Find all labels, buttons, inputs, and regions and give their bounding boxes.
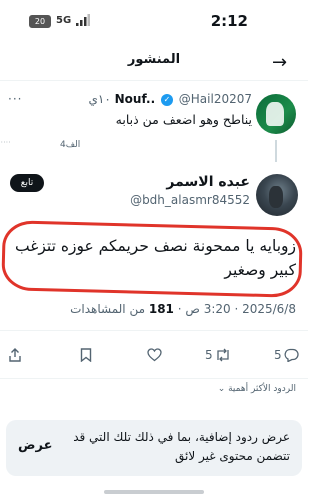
verified-badge-icon: ✓	[160, 93, 173, 106]
views-count[interactable]: 4الف	[60, 140, 80, 150]
home-indicator	[104, 490, 204, 494]
handle[interactable]: @bdh_alasmr84552	[130, 193, 250, 207]
clock: 2:12	[210, 12, 248, 30]
retweet-count[interactable]: 5	[205, 348, 213, 362]
tweet-meta: 2025/6/8 · 3:20 ص · 181 من المشاهدات	[70, 302, 296, 316]
retweet-icon[interactable]	[215, 348, 231, 362]
hidden-replies-notice: عرض ردود إضافية، بما في ذلك تلك التي قد …	[6, 420, 302, 476]
post-header: المنشور →	[0, 40, 308, 81]
handle[interactable]: @Hail20207	[179, 92, 252, 106]
thread-connector	[275, 140, 277, 162]
tweet-action-bar: 5 5	[0, 340, 308, 372]
display-name[interactable]: Nouf..	[115, 92, 156, 106]
views-label: من المشاهدات	[70, 302, 146, 316]
show-replies-button[interactable]: عرض	[18, 438, 52, 453]
back-arrow-icon[interactable]: →	[272, 52, 287, 73]
replies-sort-dropdown[interactable]: الردود الأكثر أهمية ⌄	[218, 384, 296, 394]
more-options-icon[interactable]: ···	[8, 92, 22, 106]
divider	[0, 378, 308, 379]
hidden-replies-text: عرض ردود إضافية، بما في ذلك تلك التي قد …	[73, 430, 290, 463]
reply-count[interactable]: 5	[274, 348, 282, 362]
chevron-down-icon: ⌄	[217, 384, 226, 394]
display-name[interactable]: عبده الاسمر	[166, 174, 250, 190]
share-icon[interactable]	[8, 348, 22, 362]
avatar[interactable]	[256, 174, 298, 216]
bookmark-icon[interactable]	[80, 348, 92, 362]
divider	[0, 330, 308, 331]
tweet-time: 3:20 ص	[185, 302, 231, 316]
reply-tweet-actions: ····· 4الف	[0, 138, 240, 154]
follow-button[interactable]: تابع	[10, 174, 44, 192]
status-bar: 20 5G 2:12	[0, 0, 308, 38]
tweet-text: زوبايه يا ممحونة نصف حريمكم عوزه تتزغب ك…	[15, 237, 296, 279]
reply-tweet[interactable]: Nouf.. ✓ @Hail20207 ١٠ي يناطح وهو اضعف م…	[0, 84, 308, 164]
replies-sort-label: الردود الأكثر أهمية	[228, 384, 296, 394]
reply-tweet-header: Nouf.. ✓ @Hail20207 ١٠ي	[88, 92, 252, 106]
reply-icon[interactable]	[284, 348, 299, 362]
like-icon[interactable]	[147, 348, 162, 362]
tweet-time: ١٠ي	[88, 92, 111, 106]
views-count[interactable]: 181	[149, 302, 174, 316]
dots-icon: ·····	[0, 138, 11, 147]
reply-tweet-text: يناطح وهو اضعف من ذبابه	[115, 112, 252, 127]
avatar[interactable]	[256, 94, 296, 134]
page-title: المنشور	[127, 52, 181, 67]
tweet-date: 2025/6/8	[242, 302, 296, 316]
